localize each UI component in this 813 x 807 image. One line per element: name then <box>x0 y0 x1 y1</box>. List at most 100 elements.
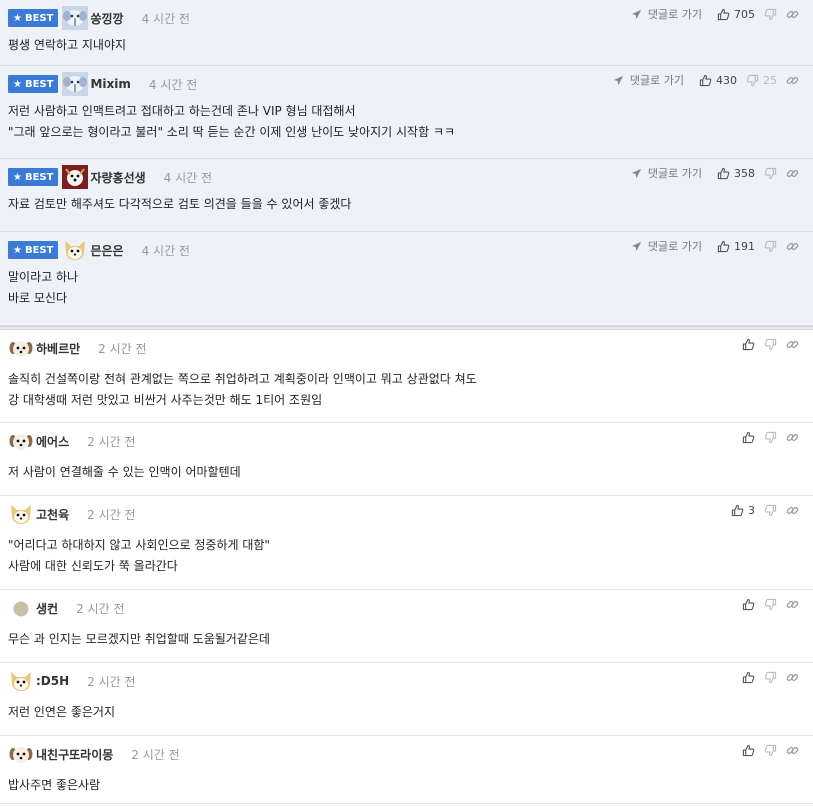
dislike-button[interactable] <box>763 597 777 611</box>
like-button[interactable] <box>741 337 755 351</box>
user-nickname[interactable]: 자량홍선생 <box>90 169 145 186</box>
reply-link[interactable]: 댓글로 가기 <box>630 6 702 22</box>
permalink-button[interactable] <box>785 7 799 21</box>
comment-time: 4 시간 전 <box>141 243 190 258</box>
like-button[interactable] <box>741 670 755 684</box>
dislike-button[interactable] <box>763 670 777 684</box>
thumb-up-icon <box>741 597 755 611</box>
best-comment: ★ BEST 믄은은 4 시간 전 댓글로 가기 191 말이라고 하나 바로 모신다 <box>0 232 813 326</box>
like-button[interactable] <box>741 743 755 757</box>
star-icon: ★ <box>13 12 22 24</box>
cat-avatar[interactable] <box>62 238 88 262</box>
dislike-button[interactable] <box>763 337 777 351</box>
dislike-button[interactable] <box>763 430 777 444</box>
puppy-avatar[interactable] <box>8 742 34 766</box>
dislike-button[interactable] <box>763 7 777 21</box>
link-icon <box>785 503 799 517</box>
cat-avatar[interactable] <box>8 502 34 526</box>
like-button[interactable]: 358 <box>716 166 755 180</box>
link-icon <box>785 166 799 180</box>
reply-label: 댓글로 가기 <box>647 8 702 21</box>
elephant-avatar[interactable] <box>62 72 89 96</box>
permalink-button[interactable] <box>785 337 799 351</box>
dog-avatar[interactable] <box>62 165 89 189</box>
comment-actions: 댓글로 가기 705 <box>630 5 799 23</box>
permalink-button[interactable] <box>785 430 799 444</box>
comment-text-line: "그래 앞으로는 형이라고 불러" 소리 딱 듣는 순간 이제 인생 난이도 낮… <box>8 125 456 139</box>
link-icon <box>785 239 799 253</box>
best-badge: ★ BEST <box>8 241 59 259</box>
user-nickname[interactable]: 에어스 <box>36 433 69 450</box>
thumb-down-icon <box>763 743 777 757</box>
like-button[interactable]: 430 <box>698 73 737 87</box>
star-icon: ★ <box>13 78 22 90</box>
elephant-avatar[interactable] <box>62 6 89 30</box>
permalink-button[interactable] <box>785 166 799 180</box>
comment-time: 2 시간 전 <box>76 601 125 616</box>
comment-header: 내친구또라이몽 2 시간 전 <box>8 744 180 764</box>
like-button[interactable] <box>741 597 755 611</box>
link-icon <box>785 7 799 21</box>
thumb-down-icon <box>745 73 759 87</box>
permalink-button[interactable] <box>785 73 799 87</box>
like-count: 358 <box>734 166 755 180</box>
permalink-button[interactable] <box>785 743 799 757</box>
comment-header: ★ BEST 믄은은 4 시간 전 <box>8 240 190 260</box>
comment-text-line: 말이라고 하나 <box>8 270 79 284</box>
permalink-button[interactable] <box>785 597 799 611</box>
dislike-button[interactable]: 25 <box>745 73 777 87</box>
thumb-up-icon <box>741 337 755 351</box>
comment-text-line: 평생 연락하고 지내야지 <box>8 38 127 52</box>
thumb-down-icon <box>763 7 777 21</box>
cat-avatar[interactable] <box>8 669 34 693</box>
like-button[interactable]: 191 <box>716 239 755 253</box>
user-nickname[interactable]: 생컨 <box>36 600 58 617</box>
permalink-button[interactable] <box>785 670 799 684</box>
dislike-button[interactable] <box>763 239 777 253</box>
reply-arrow-icon <box>612 73 626 87</box>
permalink-button[interactable] <box>785 503 799 517</box>
comment-time: 2 시간 전 <box>87 674 136 689</box>
link-icon <box>785 337 799 351</box>
thumb-up-icon <box>716 7 730 21</box>
puppy-avatar[interactable] <box>8 336 34 360</box>
comment-text-line: 저런 인연은 좋은거지 <box>8 705 115 719</box>
comment-text-line: 저 사람이 연결해줄 수 있는 인맥이 어마할텐데 <box>8 465 241 479</box>
dislike-button[interactable] <box>763 166 777 180</box>
user-nickname[interactable]: :D5H <box>36 674 69 688</box>
thumb-up-icon <box>741 430 755 444</box>
comment-time: 4 시간 전 <box>148 77 198 92</box>
comment-list: ★ BEST 쏭낑깡 4 시간 전 댓글로 가기 705 평생 연락하고 지내야지 ★ BEST… <box>0 0 813 804</box>
comment-body: 무슨 과 인지는 모르겠지만 취업할때 도움될거같은데 <box>8 629 270 650</box>
reply-link[interactable]: 댓글로 가기 <box>630 165 702 181</box>
best-badge: ★ BEST <box>8 75 59 93</box>
user-nickname[interactable]: 고천육 <box>36 506 69 523</box>
reply-link[interactable]: 댓글로 가기 <box>612 72 684 88</box>
comment-body: 자료 검토만 해주셔도 다각적으로 검토 의견을 들을 수 있어서 좋겠다 <box>8 194 351 215</box>
reply-link[interactable]: 댓글로 가기 <box>630 238 702 254</box>
thumb-up-icon <box>716 239 730 253</box>
comment-actions <box>741 595 799 613</box>
like-button[interactable] <box>741 430 755 444</box>
user-nickname[interactable]: 믄은은 <box>90 242 123 259</box>
comment-text-line: 저런 사람하고 인맥트려고 접대하고 하는건데 존나 VIP 형님 대접해서 <box>8 104 356 118</box>
permalink-button[interactable] <box>785 239 799 253</box>
like-button[interactable]: 3 <box>730 503 755 517</box>
dislike-button[interactable] <box>763 743 777 757</box>
comment-actions <box>741 335 799 353</box>
user-nickname[interactable]: 내친구또라이몽 <box>36 746 113 763</box>
like-button[interactable]: 705 <box>716 7 755 21</box>
user-nickname[interactable]: 쏭낑깡 <box>90 10 123 27</box>
circle-avatar[interactable] <box>8 596 34 620</box>
best-label: BEST <box>24 78 54 90</box>
best-label: BEST <box>24 171 54 183</box>
comment-text-line: 강 대학생때 저런 맛있고 비싼거 사주는것만 해도 1티어 조원임 <box>8 393 323 407</box>
comment-body: 저런 인연은 좋은거지 <box>8 702 115 723</box>
user-nickname[interactable]: 하베르만 <box>36 340 80 357</box>
star-icon: ★ <box>13 244 22 256</box>
dislike-button[interactable] <box>763 503 777 517</box>
best-badge: ★ BEST <box>8 168 59 186</box>
puppy-avatar[interactable] <box>8 429 34 453</box>
user-nickname[interactable]: Mixim <box>90 77 130 91</box>
comment-time: 2 시간 전 <box>87 507 136 522</box>
